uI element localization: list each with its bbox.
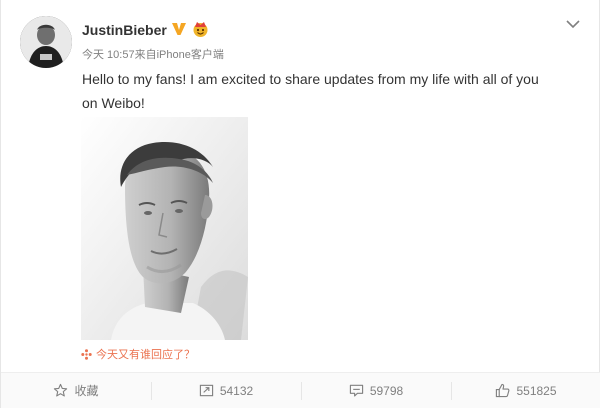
chevron-down-icon[interactable] <box>565 16 581 30</box>
interaction-prompt-text: 今天又有谁回应了？ <box>96 348 195 361</box>
emoji-badge-icon[interactable] <box>192 21 209 38</box>
avatar-image <box>20 16 72 68</box>
username-link[interactable]: JustinBieber <box>82 22 167 38</box>
repost-icon <box>199 384 213 397</box>
user-avatar[interactable] <box>20 16 72 68</box>
post-action-bar: 收藏 54132 59798 551825 <box>1 372 600 408</box>
spark-icon <box>81 348 92 360</box>
post-meta: 今天 10:57来自iPhone客户端 <box>82 46 224 62</box>
favorite-label: 收藏 <box>74 384 99 398</box>
repost-count: 54132 <box>219 383 254 398</box>
like-button[interactable]: 551825 <box>451 373 600 408</box>
portrait-image <box>81 117 248 340</box>
comment-button[interactable]: 59798 <box>301 373 451 408</box>
comment-icon <box>349 384 363 397</box>
repost-button[interactable]: 54132 <box>151 373 301 408</box>
weibo-post-card: JustinBieber 今天 10:57来自iPhone客户端 Hello t… <box>0 0 600 408</box>
interaction-prompt-link[interactable]: 今天又有谁回应了？ <box>81 345 195 363</box>
verified-v-icon[interactable] <box>171 21 187 37</box>
post-photo[interactable] <box>81 117 248 340</box>
thumbs-up-icon <box>496 383 510 398</box>
post-text: Hello to my fans! I am excited to share … <box>82 71 539 111</box>
favorite-button[interactable]: 收藏 <box>1 373 151 408</box>
source-prefix: 来自 <box>134 49 157 61</box>
star-icon <box>54 383 68 397</box>
post-source[interactable]: iPhone客户端 <box>157 49 224 61</box>
like-count: 551825 <box>516 383 557 398</box>
post-time[interactable]: 今天 10:57 <box>82 49 135 61</box>
comment-count: 59798 <box>369 383 404 398</box>
